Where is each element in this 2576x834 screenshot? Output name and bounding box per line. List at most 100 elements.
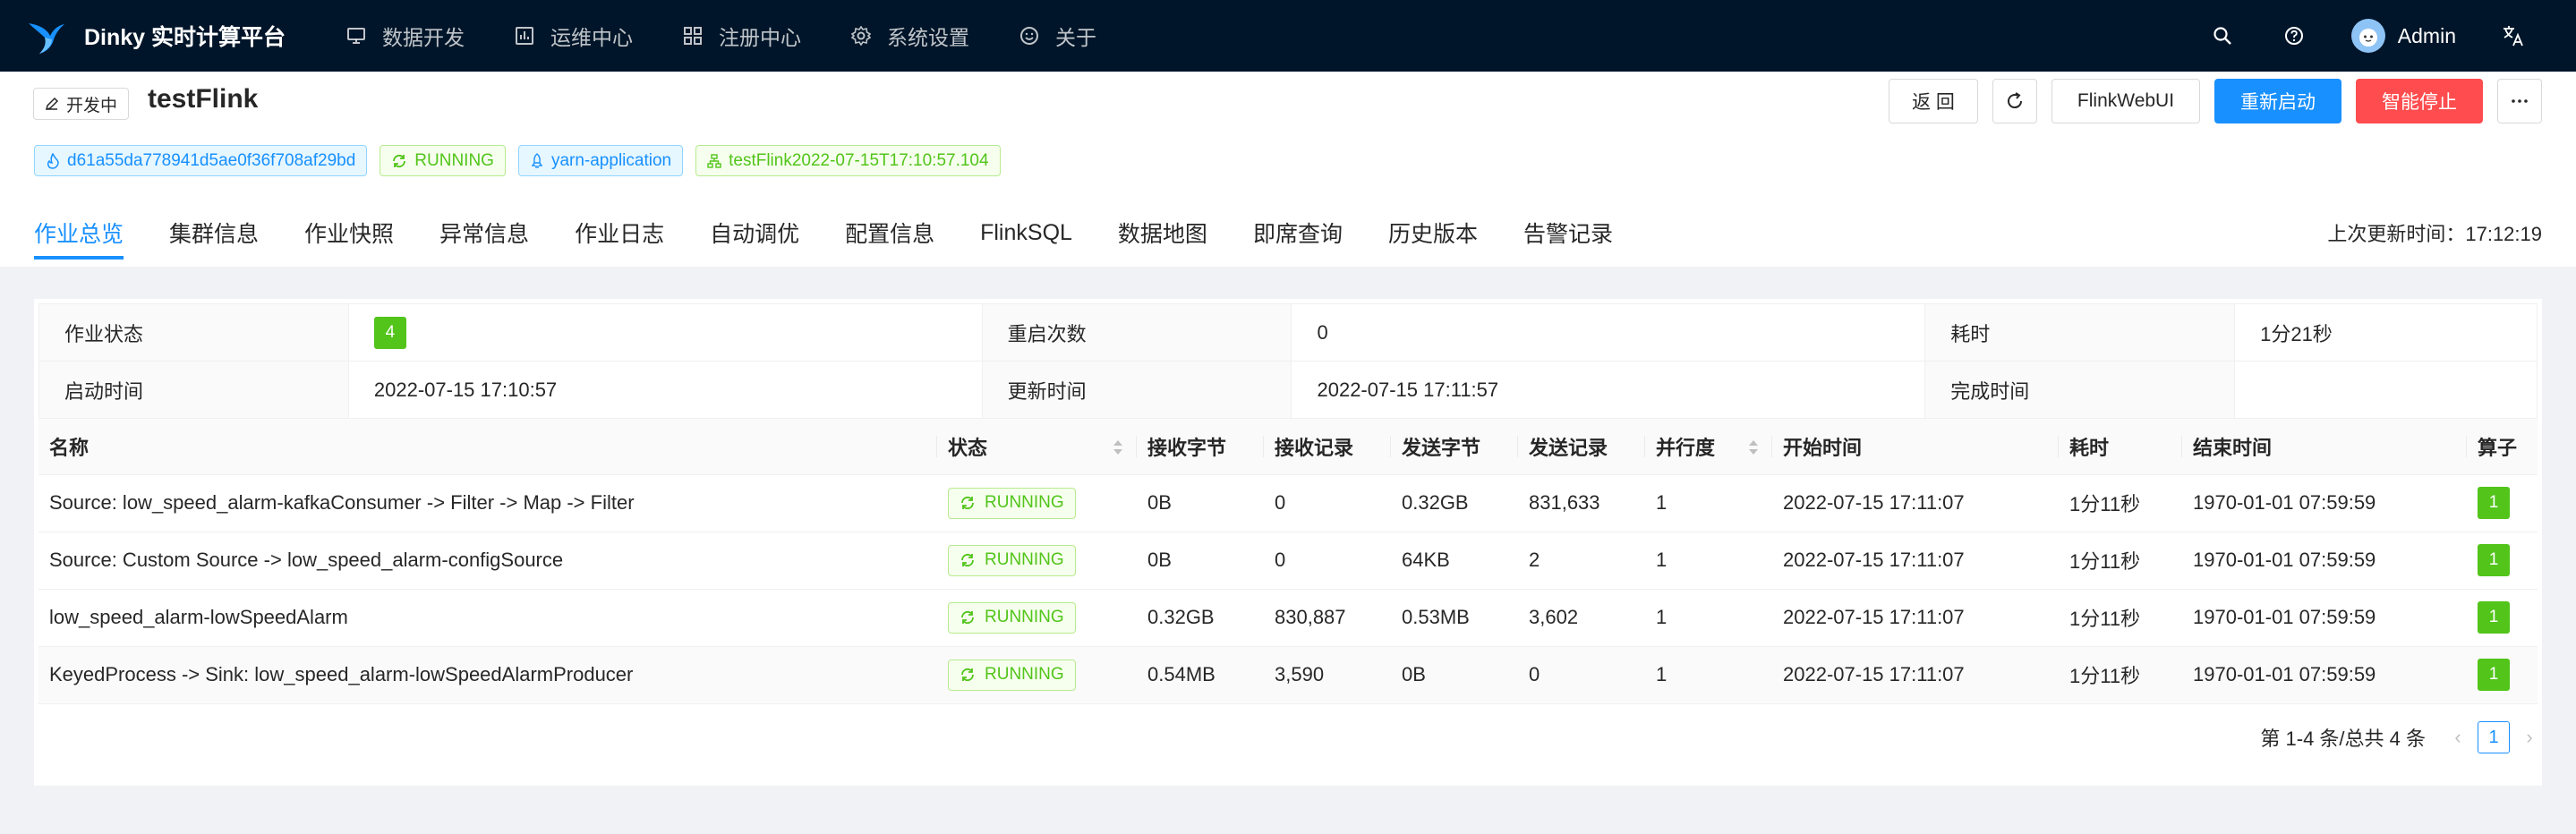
translate-icon[interactable] bbox=[2495, 18, 2531, 54]
search-icon[interactable] bbox=[2205, 18, 2240, 54]
job-instance-name: testFlink2022-07-15T17:10:57.104 bbox=[729, 150, 989, 170]
running-label: RUNNING bbox=[985, 550, 1064, 569]
col-send-records: 发送记录 bbox=[1518, 419, 1645, 475]
page-number[interactable]: 1 bbox=[2478, 721, 2510, 753]
tab-snapshots[interactable]: 作业快照 bbox=[304, 206, 394, 260]
job-tags: d61a55da778941d5ae0f36f708af29bd RUNNING… bbox=[34, 145, 1013, 176]
more-button[interactable] bbox=[2497, 79, 2542, 123]
back-button[interactable]: 返 回 bbox=[1889, 79, 1978, 123]
cell-operators: 1 bbox=[2467, 474, 2538, 532]
operator-count-badge: 1 bbox=[2478, 601, 2510, 634]
stop-button[interactable]: 智能停止 bbox=[2356, 79, 2483, 123]
col-duration-label: 耗时 bbox=[2069, 436, 2110, 459]
job-status-value: 4 bbox=[347, 303, 983, 362]
edit-status-tag[interactable]: 开发中 bbox=[33, 88, 130, 120]
col-status[interactable]: 状态 bbox=[937, 419, 1137, 475]
cell-status: RUNNING bbox=[937, 646, 1137, 704]
cell-recv-records: 3,590 bbox=[1264, 646, 1391, 704]
operator-count-badge: 1 bbox=[2478, 487, 2510, 519]
operator-count-badge: 1 bbox=[2478, 544, 2510, 576]
sync-icon bbox=[961, 610, 974, 625]
next-page-icon[interactable]: › bbox=[2521, 721, 2538, 753]
sync-icon bbox=[961, 668, 974, 682]
user-menu[interactable]: Admin bbox=[2350, 19, 2456, 53]
menu-item-about[interactable]: 关于 bbox=[994, 0, 1122, 72]
tab-adhoc-query[interactable]: 即席查询 bbox=[1253, 206, 1343, 260]
running-tag: RUNNING bbox=[948, 601, 1076, 634]
status-tag: RUNNING bbox=[380, 145, 506, 176]
cell-operators: 1 bbox=[2467, 532, 2538, 590]
cell-status: RUNNING bbox=[937, 532, 1137, 590]
table-row[interactable]: Source: low_speed_alarm-kafkaConsumer ->… bbox=[38, 474, 2538, 532]
tab-flinksql[interactable]: FlinkSQL bbox=[980, 206, 1072, 260]
tab-auto-tuning[interactable]: 自动调优 bbox=[710, 206, 799, 260]
col-end-time: 结束时间 bbox=[2182, 419, 2467, 475]
cell-send-records: 0 bbox=[1518, 646, 1645, 704]
restart-count-label: 重启次数 bbox=[981, 303, 1292, 362]
tab-alerts[interactable]: 告警记录 bbox=[1523, 206, 1613, 260]
cell-recv-records: 0 bbox=[1264, 474, 1391, 532]
col-parallelism[interactable]: 并行度 bbox=[1645, 419, 1772, 475]
menu-item-settings[interactable]: 系统设置 bbox=[826, 0, 994, 72]
sort-icon[interactable] bbox=[1112, 438, 1124, 456]
restart-button[interactable]: 重新启动 bbox=[2214, 79, 2341, 123]
page-title: testFlink bbox=[148, 84, 259, 114]
gear-icon bbox=[851, 26, 872, 46]
sort-icon[interactable] bbox=[1747, 438, 1760, 456]
cell-send-bytes: 0B bbox=[1391, 646, 1518, 704]
tab-overview[interactable]: 作业总览 bbox=[34, 206, 124, 260]
logo[interactable]: Dinky 实时计算平台 bbox=[27, 0, 286, 72]
cell-send-bytes: 64KB bbox=[1391, 532, 1518, 590]
tab-cluster-info[interactable]: 集群信息 bbox=[169, 206, 259, 260]
cell-name: low_speed_alarm-lowSpeedAlarm bbox=[38, 589, 937, 647]
menu-item-registry[interactable]: 注册中心 bbox=[658, 0, 826, 72]
top-nav: Dinky 实时计算平台 数据开发 运维中心 注册中心 系统设置 关于 Admi… bbox=[0, 0, 2576, 72]
table-row[interactable]: low_speed_alarm-lowSpeedAlarm RUNNING 0.… bbox=[38, 589, 2538, 647]
finish-time-label: 完成时间 bbox=[1924, 361, 2236, 419]
running-label: RUNNING bbox=[985, 493, 1064, 512]
fire-icon bbox=[47, 152, 59, 169]
avatar bbox=[2350, 19, 2385, 53]
col-operators: 算子 bbox=[2467, 419, 2538, 475]
tab-data-map[interactable]: 数据地图 bbox=[1118, 206, 1207, 260]
menu-item-ops-center[interactable]: 运维中心 bbox=[490, 0, 658, 72]
menu-item-data-dev[interactable]: 数据开发 bbox=[321, 0, 490, 72]
prev-page-icon[interactable]: ‹ bbox=[2449, 721, 2467, 753]
tab-history[interactable]: 历史版本 bbox=[1388, 206, 1478, 260]
cell-status: RUNNING bbox=[937, 589, 1137, 647]
cell-parallelism: 1 bbox=[1645, 646, 1772, 704]
cell-recv-bytes: 0B bbox=[1137, 474, 1264, 532]
cell-duration: 1分11秒 bbox=[2059, 589, 2182, 647]
table-row[interactable]: KeyedProcess -> Sink: low_speed_alarm-lo… bbox=[38, 646, 2538, 704]
cell-send-bytes: 0.53MB bbox=[1391, 589, 1518, 647]
tab-logs[interactable]: 作业日志 bbox=[575, 206, 664, 260]
update-time-label: 更新时间 bbox=[981, 361, 1292, 419]
col-recv-records: 接收记录 bbox=[1264, 419, 1391, 475]
job-id-tag: d61a55da778941d5ae0f36f708af29bd bbox=[34, 145, 368, 176]
cell-duration: 1分11秒 bbox=[2059, 646, 2182, 704]
flink-webui-button[interactable]: FlinkWebUI bbox=[2051, 79, 2200, 123]
cell-recv-records: 830,887 bbox=[1264, 589, 1391, 647]
cell-recv-bytes: 0.32GB bbox=[1137, 589, 1264, 647]
job-descriptions: 作业状态 4 重启次数 0 耗时 1分21秒 启动时间 2022-07-15 1… bbox=[38, 303, 2538, 419]
table-row[interactable]: Source: Custom Source -> low_speed_alarm… bbox=[38, 532, 2538, 590]
help-icon[interactable] bbox=[2276, 18, 2312, 54]
table-body: Source: low_speed_alarm-kafkaConsumer ->… bbox=[38, 474, 2538, 704]
tab-config[interactable]: 配置信息 bbox=[845, 206, 934, 260]
operator-count-badge: 1 bbox=[2478, 659, 2510, 691]
duration-label: 耗时 bbox=[1924, 303, 2236, 362]
ellipsis-icon bbox=[2512, 99, 2528, 103]
last-update-time: 17:12:19 bbox=[2465, 223, 2542, 245]
col-recv-bytes-label: 接收字节 bbox=[1147, 436, 1227, 459]
refresh-button[interactable] bbox=[1992, 79, 2037, 123]
cell-end-time: 1970-01-01 07:59:59 bbox=[2182, 532, 2467, 590]
cell-name: KeyedProcess -> Sink: low_speed_alarm-lo… bbox=[38, 646, 937, 704]
cell-end-time: 1970-01-01 07:59:59 bbox=[2182, 589, 2467, 647]
job-mode: yarn-application bbox=[550, 150, 672, 170]
overview-card: 作业状态 4 重启次数 0 耗时 1分21秒 启动时间 2022-07-15 1… bbox=[34, 299, 2542, 786]
job-status: RUNNING bbox=[414, 150, 494, 170]
cell-send-records: 831,633 bbox=[1518, 474, 1645, 532]
tab-exceptions[interactable]: 异常信息 bbox=[439, 206, 529, 260]
sync-icon bbox=[961, 496, 974, 510]
header-actions: 返 回 FlinkWebUI 重新启动 智能停止 bbox=[1874, 79, 2542, 123]
